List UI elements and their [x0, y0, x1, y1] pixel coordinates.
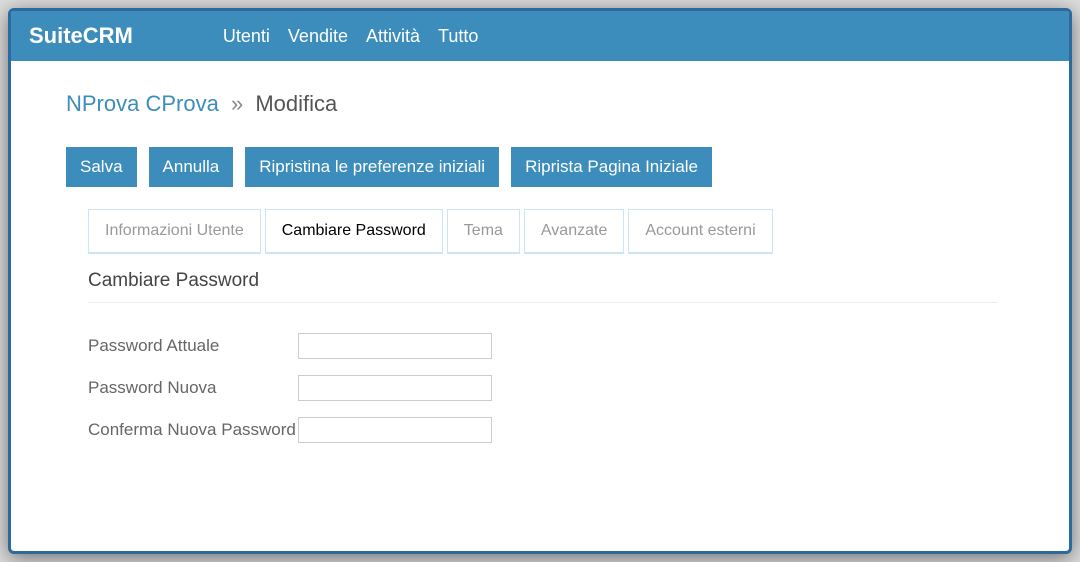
tab-account-esterni[interactable]: Account esterni	[628, 209, 772, 254]
tab-tema[interactable]: Tema	[447, 209, 520, 254]
section-title: Cambiare Password	[88, 270, 1014, 292]
topbar: SuiteCRM Utenti Vendite Attività Tutto	[11, 11, 1069, 61]
reset-homepage-button[interactable]: Riprista Pagina Iniziale	[511, 147, 712, 187]
nav-attivita[interactable]: Attività	[366, 26, 420, 47]
cancel-button[interactable]: Annulla	[149, 147, 234, 187]
breadcrumb-current: Modifica	[255, 91, 337, 116]
label-current-password: Password Attuale	[88, 336, 298, 356]
tab-info-utente[interactable]: Informazioni Utente	[88, 209, 261, 254]
save-button[interactable]: Salva	[66, 147, 137, 187]
nav-vendite[interactable]: Vendite	[288, 26, 348, 47]
tab-cambiare-password[interactable]: Cambiare Password	[265, 209, 443, 254]
app-window: SuiteCRM Utenti Vendite Attività Tutto ☰…	[8, 8, 1072, 554]
content-area: ☰ NProva CProva » Modifica Salva Annulla…	[11, 61, 1069, 479]
divider	[88, 302, 998, 303]
breadcrumb: NProva CProva » Modifica	[66, 91, 1014, 117]
top-nav: Utenti Vendite Attività Tutto	[223, 26, 478, 47]
brand-logo[interactable]: SuiteCRM	[29, 23, 133, 49]
breadcrumb-user-link[interactable]: NProva CProva	[66, 91, 219, 116]
label-new-password: Password Nuova	[88, 378, 298, 398]
action-bar: Salva Annulla Ripristina le preferenze i…	[66, 147, 1014, 187]
label-confirm-password: Conferma Nuova Password	[88, 420, 298, 440]
nav-utenti[interactable]: Utenti	[223, 26, 270, 47]
input-confirm-password[interactable]	[298, 417, 492, 443]
row-confirm-password: Conferma Nuova Password	[88, 417, 1014, 443]
row-new-password: Password Nuova	[88, 375, 1014, 401]
input-current-password[interactable]	[298, 333, 492, 359]
breadcrumb-separator: »	[231, 91, 243, 116]
tabs: Informazioni Utente Cambiare Password Te…	[88, 209, 1014, 254]
input-new-password[interactable]	[298, 375, 492, 401]
tab-avanzate[interactable]: Avanzate	[524, 209, 624, 254]
row-current-password: Password Attuale	[88, 333, 1014, 359]
nav-tutto[interactable]: Tutto	[438, 26, 478, 47]
reset-preferences-button[interactable]: Ripristina le preferenze iniziali	[245, 147, 499, 187]
